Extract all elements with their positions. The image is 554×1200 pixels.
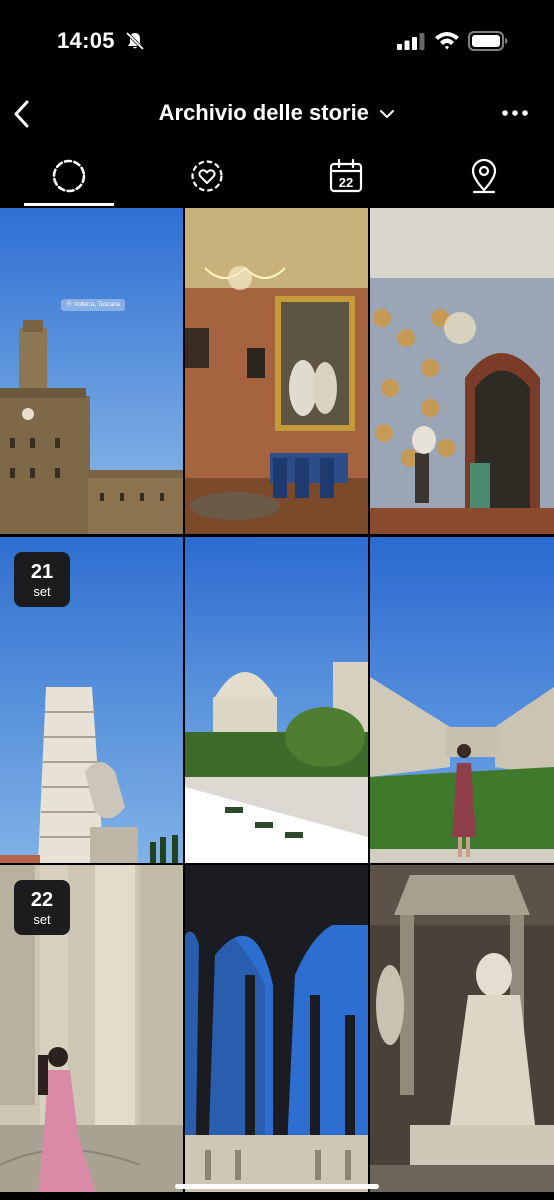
story-ring-icon <box>52 159 86 193</box>
calendar-icon: 22 <box>329 158 363 193</box>
heart-ring-icon <box>191 160 223 192</box>
date-day: 22 <box>30 889 54 911</box>
story-thumbnail <box>185 537 368 863</box>
status-bar: 14:05 <box>0 0 554 84</box>
page-title: Archivio delle storie <box>158 100 369 125</box>
chevron-down-icon <box>380 109 395 118</box>
story-tile[interactable] <box>370 208 554 534</box>
tab-calendar[interactable]: 22 <box>277 152 415 208</box>
story-thumbnail <box>370 208 554 534</box>
story-tile[interactable]: ⦿ Volterra, Toscana <box>0 208 183 534</box>
date-month: set <box>33 584 51 599</box>
story-thumbnail <box>370 865 554 1192</box>
signal-icon <box>397 33 425 50</box>
story-tile[interactable] <box>185 537 368 863</box>
title-dropdown[interactable]: Archivio delle storie <box>0 100 554 126</box>
story-tile[interactable]: 22 set <box>0 865 183 1192</box>
tab-map[interactable] <box>415 152 553 208</box>
story-thumbnail <box>185 208 368 534</box>
date-month: set <box>33 912 51 927</box>
story-tile[interactable] <box>370 865 554 1192</box>
location-pin-icon <box>471 158 497 194</box>
story-tile[interactable] <box>185 865 368 1192</box>
story-thumbnail <box>370 537 554 863</box>
date-day: 21 <box>30 561 54 583</box>
location-sticker: ⦿ Volterra, Toscana <box>61 299 125 311</box>
story-tile[interactable] <box>370 537 554 863</box>
location-sticker-label: Volterra, Toscana <box>73 302 120 308</box>
active-tab-indicator <box>24 203 114 206</box>
story-tile[interactable] <box>185 208 368 534</box>
tab-stories[interactable] <box>0 152 138 208</box>
home-indicator <box>175 1184 379 1189</box>
story-grid: ⦿ Volterra, Toscana 21 set 22 set <box>0 208 554 1192</box>
battery-icon <box>468 31 508 51</box>
bell-slash-icon <box>125 31 145 51</box>
calendar-day-label: 22 <box>339 175 353 190</box>
date-badge: 22 set <box>14 880 70 935</box>
story-thumbnail <box>185 865 368 1192</box>
story-tile[interactable]: 21 set <box>0 537 183 863</box>
tab-highlights[interactable] <box>138 152 276 208</box>
story-thumbnail <box>0 208 183 534</box>
tab-bar: 22 <box>0 152 554 208</box>
more-horizontal-icon[interactable] <box>500 108 530 118</box>
wifi-icon <box>435 32 459 50</box>
header-bar: Archivio delle storie <box>0 88 554 140</box>
date-badge: 21 set <box>14 552 70 607</box>
status-time: 14:05 <box>57 28 115 53</box>
